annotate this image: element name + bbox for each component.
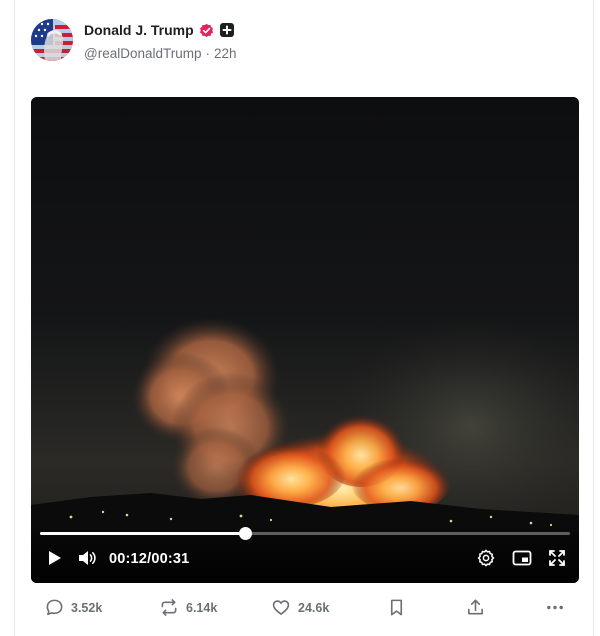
more-icon: [547, 605, 563, 610]
repost-button[interactable]: 6.14k: [159, 598, 217, 617]
bookmark-button[interactable]: [388, 598, 412, 617]
verified-badge-icon: [199, 23, 213, 37]
post-timestamp[interactable]: 22h: [214, 46, 237, 61]
like-icon: [272, 600, 290, 615]
video-duration: 00:31: [151, 551, 190, 567]
post-meta: @realDonaldTrump · 22h: [84, 46, 237, 61]
author-handle[interactable]: @realDonaldTrump: [84, 46, 202, 61]
fullscreen-icon[interactable]: [548, 549, 566, 567]
bookmark-icon: [390, 599, 403, 616]
video-time: 00:12/00:31: [109, 551, 189, 567]
picture-in-picture-icon[interactable]: [512, 549, 532, 567]
post-actions: 3.52k 6.14k 24.6k: [0, 598, 600, 630]
author-name[interactable]: Donald J. Trump: [84, 22, 194, 38]
repost-icon: [161, 599, 177, 616]
video-player[interactable]: 00:12/00:31: [31, 97, 579, 583]
reply-icon: [46, 599, 63, 616]
repost-count: 6.14k: [186, 600, 218, 615]
like-button[interactable]: 24.6k: [271, 598, 329, 617]
video-frame: [31, 97, 579, 583]
avatar[interactable]: [31, 19, 73, 61]
settings-icon[interactable]: [477, 549, 495, 567]
reply-button[interactable]: 3.52k: [45, 598, 102, 617]
reply-count: 3.52k: [71, 600, 103, 615]
avatar-image: [31, 19, 73, 61]
video-progress-thumb[interactable]: [239, 527, 253, 540]
plus-badge-icon: [219, 23, 234, 37]
like-count: 24.6k: [298, 600, 330, 615]
play-icon[interactable]: [45, 549, 63, 567]
share-button[interactable]: [466, 598, 492, 617]
author-row: Donald J. Trump: [84, 22, 234, 38]
volume-icon[interactable]: [77, 549, 97, 567]
video-current-time: 00:12: [109, 551, 148, 567]
video-controls: 00:12/00:31: [31, 527, 579, 583]
share-icon: [468, 599, 483, 615]
video-progress-fill: [40, 532, 246, 535]
meta-separator: ·: [205, 46, 211, 61]
video-progress-bar[interactable]: [40, 527, 570, 540]
more-options-button[interactable]: [545, 598, 572, 617]
